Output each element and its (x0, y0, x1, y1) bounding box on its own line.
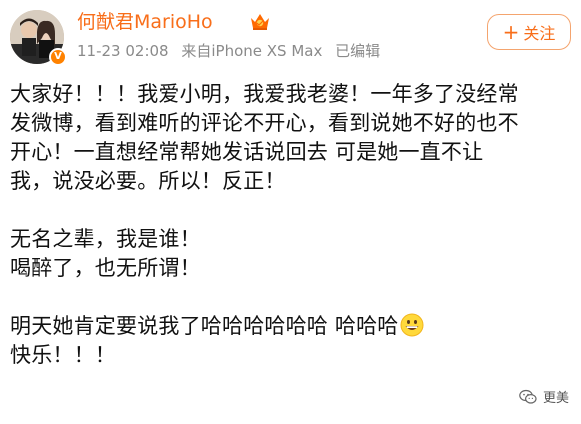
post-line: 喝醉了，也无所谓！ (10, 256, 201, 280)
post-line: 我，说没必要。所以！反正！ (10, 169, 286, 193)
grinning-face-emoji (400, 313, 424, 337)
wechat-icon (519, 389, 537, 404)
post-line: 无名之辈，我是谁！ (10, 227, 201, 251)
post-line: 发微博，看到难听的评论不开心，看到说她不好的也不 (10, 111, 519, 135)
post-body: 大家好！！！我爱小明，我爱我老婆！一年多了没经常 发微博，看到难听的评论不开心，… (10, 80, 575, 370)
user-name[interactable]: 何猷君MarioHo (77, 10, 213, 34)
post-meta: 11-23 02:08 来自iPhone XS Max 已编辑 (77, 41, 380, 61)
weibo-post: V 何猷君MarioHo 11-23 02:08 来自iPhone XS Max… (0, 0, 581, 424)
watermark-label: 更美 (542, 391, 569, 406)
post-line-text: 明天她肯定要说我了哈哈哈哈哈哈 哈哈哈 (10, 314, 399, 338)
post-source: 来自iPhone XS Max (181, 42, 323, 60)
post-line-with-emoji: 明天她肯定要说我了哈哈哈哈哈哈 哈哈哈 (10, 312, 575, 341)
follow-button[interactable]: + 关注 (487, 14, 571, 50)
timestamp: 11-23 02:08 (77, 42, 169, 60)
follow-label: 关注 (523, 24, 556, 43)
edited-label[interactable]: 已编辑 (335, 42, 380, 60)
plus-icon: + (502, 20, 520, 44)
verified-v-icon: V (49, 48, 67, 66)
watermark: 更美 (519, 387, 569, 406)
post-line: 大家好！！！我爱小明，我爱我老婆！一年多了没经常 (10, 82, 519, 106)
vip-crown-icon (251, 14, 269, 30)
post-line: 开心！一直想经常帮她发话说回去 可是她一直不让 (10, 140, 484, 164)
post-line: 快乐！！！ (10, 343, 116, 367)
avatar[interactable]: V (10, 10, 67, 66)
